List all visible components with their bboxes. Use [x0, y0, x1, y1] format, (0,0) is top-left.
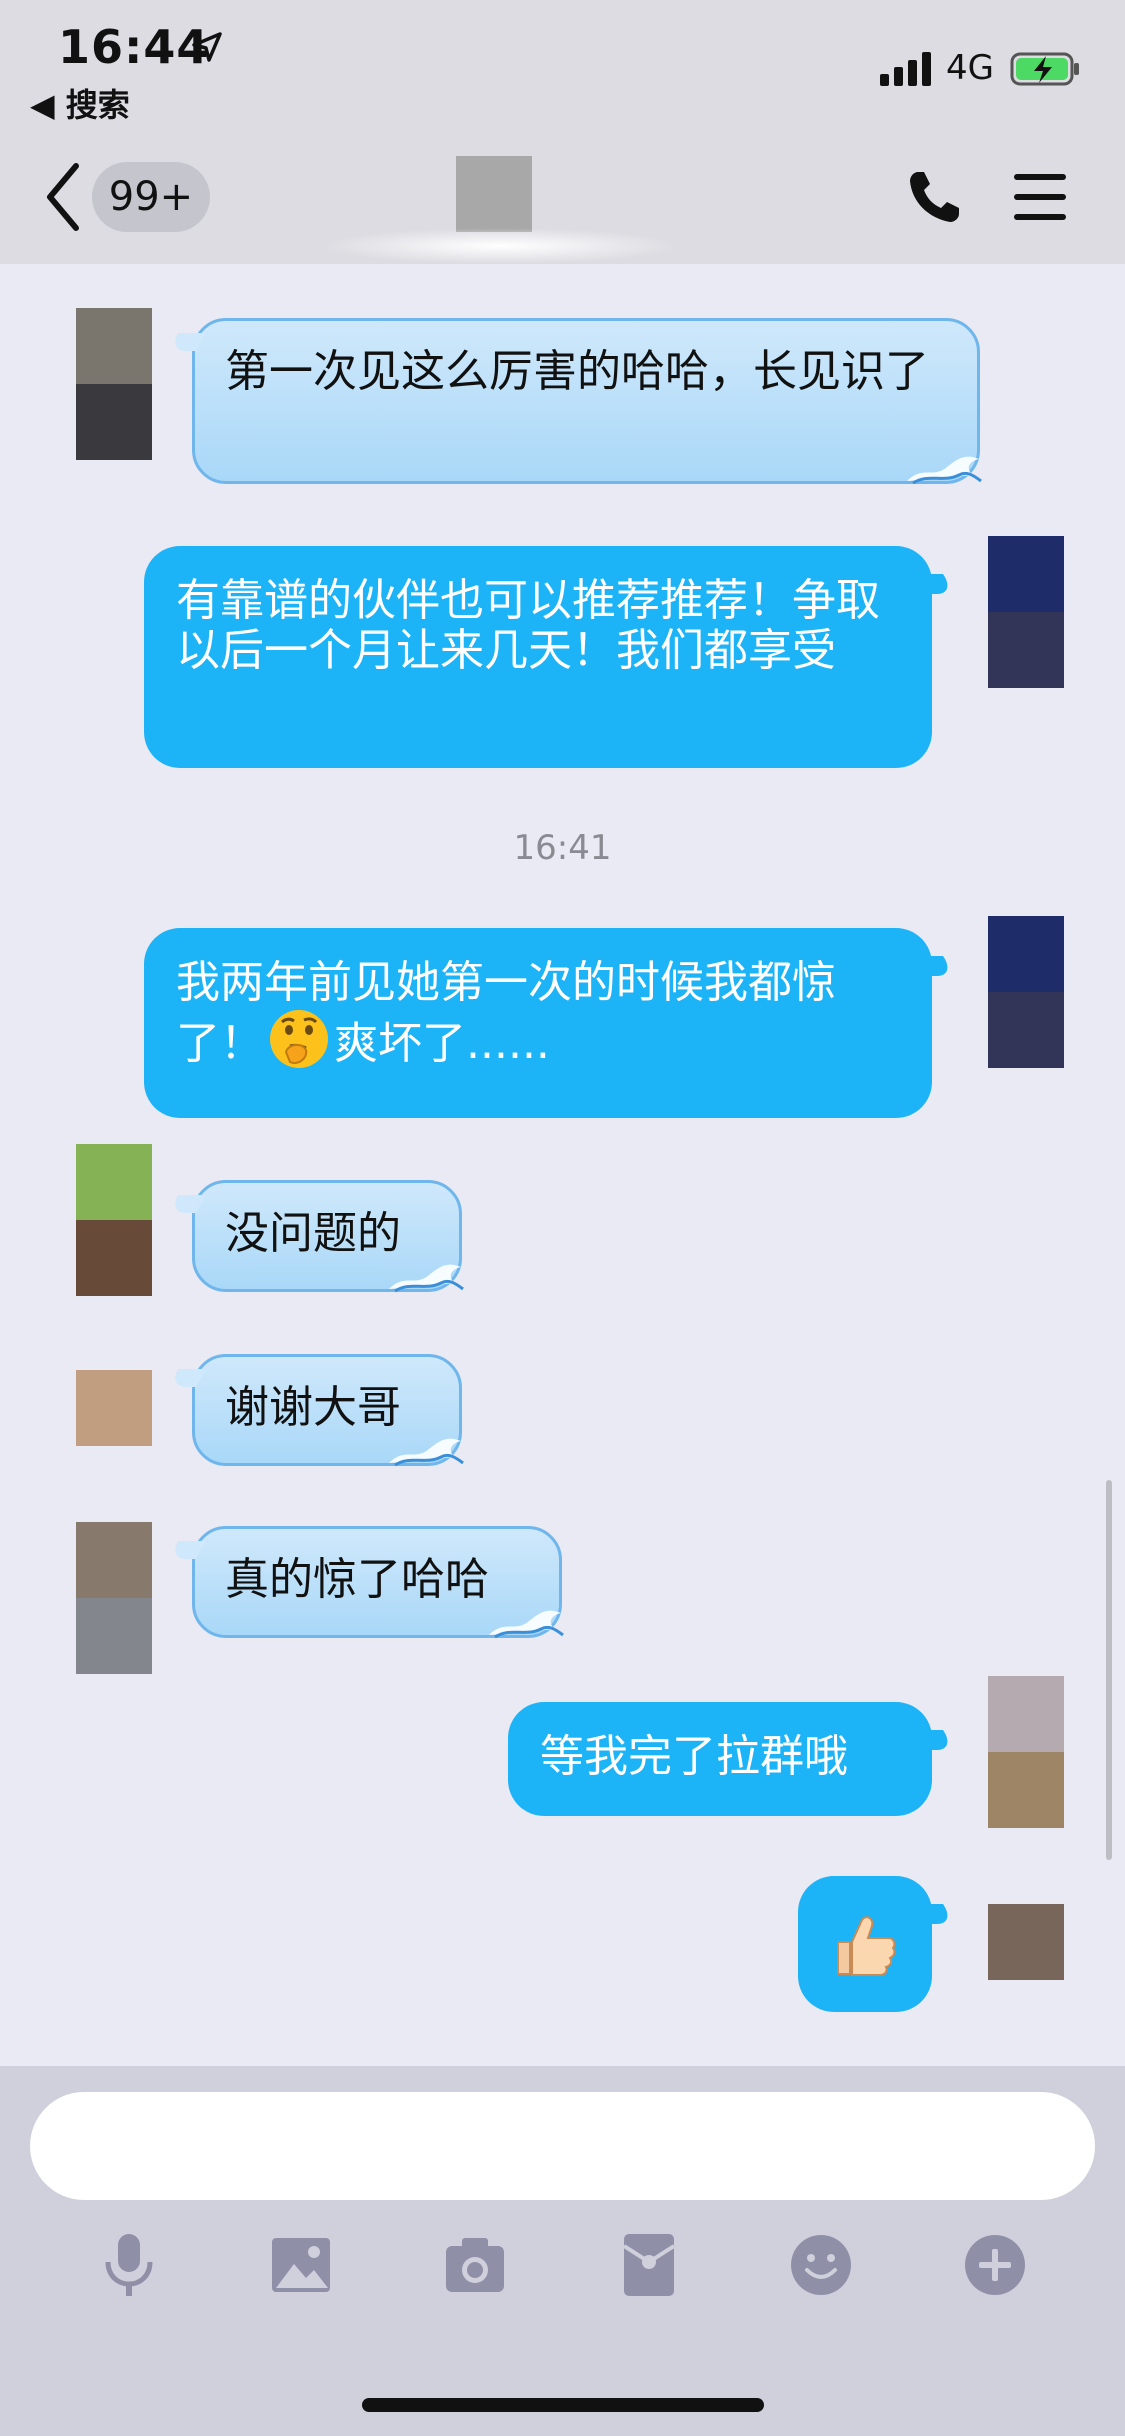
- location-arrow-icon: [192, 32, 222, 62]
- message-bubble-sent[interactable]: 有靠谱的伙伴也可以推荐推荐！争取以后一个月让来几天！我们都享受: [144, 546, 932, 768]
- message-bubble-received[interactable]: 第一次见这么厉害的哈哈，长见识了: [192, 318, 982, 485]
- message-bubble-sent[interactable]: [798, 1876, 932, 2012]
- my-avatar[interactable]: [988, 1676, 1064, 1828]
- status-time: 16:44: [58, 20, 210, 74]
- message-bubble-received[interactable]: 谢谢大哥: [192, 1354, 464, 1467]
- network-type: 4G: [946, 48, 994, 88]
- message-bubble-sent[interactable]: 等我完了拉群哦: [508, 1702, 932, 1816]
- phone-call-icon[interactable]: [906, 168, 962, 226]
- home-indicator: [362, 2398, 764, 2412]
- image-icon[interactable]: [270, 2232, 332, 2298]
- message-bubble-received[interactable]: 真的惊了哈哈: [192, 1526, 564, 1639]
- message-text: 有靠谱的伙伴也可以推荐推荐！争取以后一个月让来几天！我们都享受: [176, 575, 880, 676]
- header-fade: [320, 228, 680, 264]
- message-text: 第一次见这么厉害的哈哈，长见识了: [225, 346, 929, 397]
- red-packet-icon[interactable]: [618, 2232, 680, 2298]
- message-bubble-sent[interactable]: 我两年前见她第一次的时候我都惊了！ 爽坏了......: [144, 928, 932, 1118]
- my-avatar[interactable]: [988, 1904, 1064, 1980]
- cellular-signal-icon: [880, 52, 931, 86]
- thinking-face-emoji-icon: [270, 1010, 328, 1068]
- my-avatar[interactable]: [988, 536, 1064, 688]
- menu-icon[interactable]: [1012, 170, 1068, 224]
- unread-count-badge[interactable]: 99+: [92, 162, 210, 232]
- back-to-search-link[interactable]: ◀ 搜索: [30, 80, 130, 126]
- message-text: 没问题的: [225, 1208, 401, 1259]
- camera-icon[interactable]: [444, 2232, 506, 2298]
- message-bubble-received[interactable]: 没问题的: [192, 1180, 464, 1293]
- message-input[interactable]: [30, 2092, 1095, 2200]
- wave-decoration-icon: [389, 1438, 464, 1467]
- microphone-icon[interactable]: [98, 2232, 160, 2298]
- wave-decoration-icon: [489, 1610, 564, 1639]
- battery-charging-icon: [1010, 52, 1079, 86]
- message-text: 谢谢大哥: [225, 1382, 401, 1433]
- thumbs-up-emoji-icon: [837, 1916, 896, 1976]
- wave-decoration-icon: [389, 1264, 464, 1293]
- sender-avatar[interactable]: [76, 1370, 152, 1446]
- sender-avatar[interactable]: [76, 308, 152, 460]
- back-chevron-icon[interactable]: [40, 158, 88, 236]
- scrollbar[interactable]: [1106, 1480, 1112, 1860]
- wave-decoration-icon: [907, 456, 982, 485]
- message-text: 等我完了拉群哦: [540, 1731, 848, 1782]
- chat-avatar[interactable]: [456, 156, 532, 232]
- emoji-icon[interactable]: [790, 2232, 852, 2298]
- sender-avatar[interactable]: [76, 1522, 152, 1674]
- plus-icon[interactable]: [964, 2232, 1026, 2298]
- message-timestamp: 16:41: [513, 828, 612, 868]
- message-text-after: 爽坏了......: [334, 1018, 550, 1069]
- message-text: 真的惊了哈哈: [225, 1554, 489, 1605]
- sender-avatar[interactable]: [76, 1144, 152, 1296]
- my-avatar[interactable]: [988, 916, 1064, 1068]
